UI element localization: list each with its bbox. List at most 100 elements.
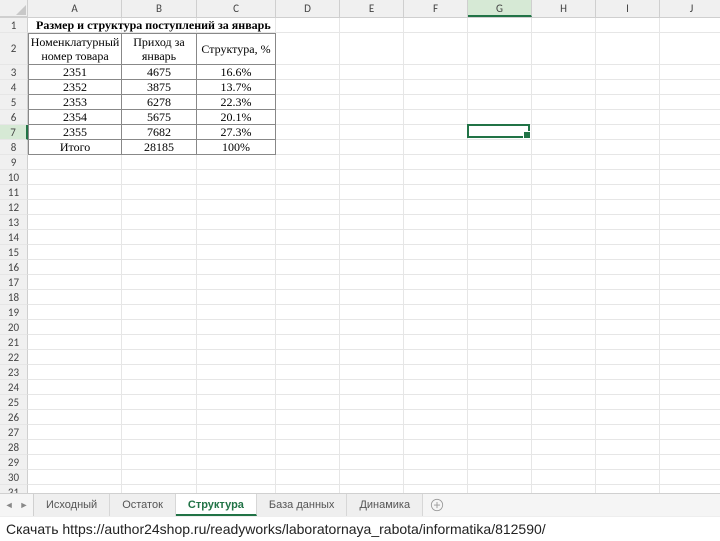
row-header-1[interactable]: 1 [0, 18, 28, 33]
cell-B27[interactable] [122, 425, 197, 440]
row-header-31[interactable]: 31 [0, 485, 28, 493]
cell-F12[interactable] [404, 200, 468, 215]
cell-C2[interactable]: Структура, % [197, 33, 276, 65]
cell-D2[interactable] [276, 33, 340, 65]
cell-J1[interactable] [660, 18, 720, 33]
cell-B7[interactable]: 7682 [122, 125, 197, 140]
cell-J25[interactable] [660, 395, 720, 410]
cell-F8[interactable] [404, 140, 468, 155]
cell-B21[interactable] [122, 335, 197, 350]
cell-F9[interactable] [404, 155, 468, 170]
cell-H9[interactable] [532, 155, 596, 170]
cell-D26[interactable] [276, 410, 340, 425]
row-header-11[interactable]: 11 [0, 185, 28, 200]
row-header-30[interactable]: 30 [0, 470, 28, 485]
cell-A29[interactable] [28, 455, 122, 470]
cell-G28[interactable] [468, 440, 532, 455]
row-header-21[interactable]: 21 [0, 335, 28, 350]
cell-E26[interactable] [340, 410, 404, 425]
cell-E9[interactable] [340, 155, 404, 170]
cell-A4[interactable]: 2352 [28, 80, 122, 95]
cell-E16[interactable] [340, 260, 404, 275]
cell-B22[interactable] [122, 350, 197, 365]
cell-B30[interactable] [122, 470, 197, 485]
cell-C18[interactable] [197, 290, 276, 305]
cell-E17[interactable] [340, 275, 404, 290]
cell-H6[interactable] [532, 110, 596, 125]
cell-H11[interactable] [532, 185, 596, 200]
cell-G19[interactable] [468, 305, 532, 320]
cell-G30[interactable] [468, 470, 532, 485]
cell-B23[interactable] [122, 365, 197, 380]
cell-I13[interactable] [596, 215, 660, 230]
cell-J7[interactable] [660, 125, 720, 140]
row-header-14[interactable]: 14 [0, 230, 28, 245]
cell-C26[interactable] [197, 410, 276, 425]
cell-E13[interactable] [340, 215, 404, 230]
cell-G26[interactable] [468, 410, 532, 425]
cell-B15[interactable] [122, 245, 197, 260]
cell-A1[interactable] [28, 18, 122, 33]
cell-B4[interactable]: 3875 [122, 80, 197, 95]
column-header-G[interactable]: G [468, 0, 532, 17]
cell-G18[interactable] [468, 290, 532, 305]
cell-C10[interactable] [197, 170, 276, 185]
row-header-19[interactable]: 19 [0, 305, 28, 320]
cell-G13[interactable] [468, 215, 532, 230]
cell-B31[interactable] [122, 485, 197, 493]
cell-H19[interactable] [532, 305, 596, 320]
row-header-28[interactable]: 28 [0, 440, 28, 455]
cell-E1[interactable] [340, 18, 404, 33]
row-header-25[interactable]: 25 [0, 395, 28, 410]
cell-H22[interactable] [532, 350, 596, 365]
cell-B8[interactable]: 28185 [122, 140, 197, 155]
cell-H31[interactable] [532, 485, 596, 493]
cell-A30[interactable] [28, 470, 122, 485]
row-header-7[interactable]: 7 [0, 125, 28, 140]
cell-H27[interactable] [532, 425, 596, 440]
cell-F2[interactable] [404, 33, 468, 65]
cell-I26[interactable] [596, 410, 660, 425]
cell-J16[interactable] [660, 260, 720, 275]
cell-I31[interactable] [596, 485, 660, 493]
cell-F17[interactable] [404, 275, 468, 290]
cell-H30[interactable] [532, 470, 596, 485]
cell-F3[interactable] [404, 65, 468, 80]
cell-I2[interactable] [596, 33, 660, 65]
cell-D17[interactable] [276, 275, 340, 290]
cell-B14[interactable] [122, 230, 197, 245]
cell-C12[interactable] [197, 200, 276, 215]
cell-G16[interactable] [468, 260, 532, 275]
row-header-17[interactable]: 17 [0, 275, 28, 290]
cell-H10[interactable] [532, 170, 596, 185]
cell-H15[interactable] [532, 245, 596, 260]
cell-A11[interactable] [28, 185, 122, 200]
cell-E19[interactable] [340, 305, 404, 320]
cell-I18[interactable] [596, 290, 660, 305]
cell-I23[interactable] [596, 365, 660, 380]
cell-C22[interactable] [197, 350, 276, 365]
cell-E28[interactable] [340, 440, 404, 455]
cell-H21[interactable] [532, 335, 596, 350]
cell-H3[interactable] [532, 65, 596, 80]
cell-B28[interactable] [122, 440, 197, 455]
cell-H13[interactable] [532, 215, 596, 230]
cell-F27[interactable] [404, 425, 468, 440]
cell-C15[interactable] [197, 245, 276, 260]
cell-H23[interactable] [532, 365, 596, 380]
cell-F24[interactable] [404, 380, 468, 395]
cell-D25[interactable] [276, 395, 340, 410]
cell-H4[interactable] [532, 80, 596, 95]
cell-A26[interactable] [28, 410, 122, 425]
cell-C1[interactable] [197, 18, 276, 33]
cell-E30[interactable] [340, 470, 404, 485]
cell-J18[interactable] [660, 290, 720, 305]
cell-E21[interactable] [340, 335, 404, 350]
cell-F16[interactable] [404, 260, 468, 275]
column-header-B[interactable]: B [122, 0, 197, 17]
cell-I8[interactable] [596, 140, 660, 155]
cell-I28[interactable] [596, 440, 660, 455]
cell-J22[interactable] [660, 350, 720, 365]
cell-D30[interactable] [276, 470, 340, 485]
column-header-D[interactable]: D [276, 0, 340, 17]
